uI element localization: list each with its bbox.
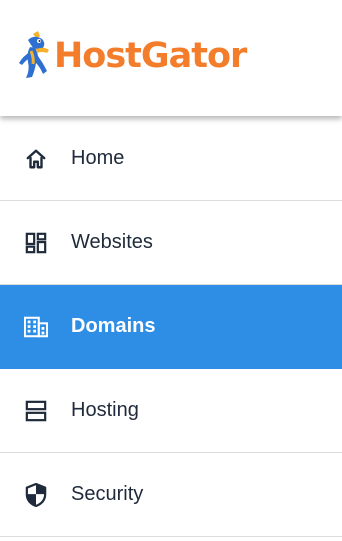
sidebar-item-home[interactable]: Home bbox=[0, 117, 342, 201]
shield-icon bbox=[24, 482, 48, 507]
sidebar-item-label: Websites bbox=[71, 231, 153, 253]
sidebar-item-hosting[interactable]: Hosting bbox=[0, 369, 342, 453]
sidebar-item-security[interactable]: Security bbox=[0, 453, 342, 537]
sidebar-item-label: Security bbox=[71, 483, 144, 505]
sidebar-item-label: Domains bbox=[71, 315, 156, 337]
sidebar-item-websites[interactable]: Websites bbox=[0, 201, 342, 285]
sidebar-nav: Home Websites Domains Hosting Security bbox=[0, 117, 342, 537]
sidebar-panel: HostGator Home Websites Domains Hosting … bbox=[0, 0, 342, 541]
sidebar-item-label: Hosting bbox=[71, 399, 139, 421]
websites-grid-icon bbox=[24, 231, 48, 255]
hosting-server-icon bbox=[24, 399, 48, 423]
sidebar-item-domains[interactable]: Domains bbox=[0, 285, 342, 369]
sidebar-item-label: Home bbox=[71, 147, 125, 169]
brand-name: HostGator bbox=[54, 35, 247, 76]
brand-logo[interactable]: HostGator bbox=[16, 30, 247, 82]
domains-building-icon bbox=[24, 315, 48, 339]
brand-header: HostGator bbox=[0, 0, 342, 116]
gator-mascot-icon bbox=[16, 30, 52, 82]
home-icon bbox=[24, 147, 48, 171]
